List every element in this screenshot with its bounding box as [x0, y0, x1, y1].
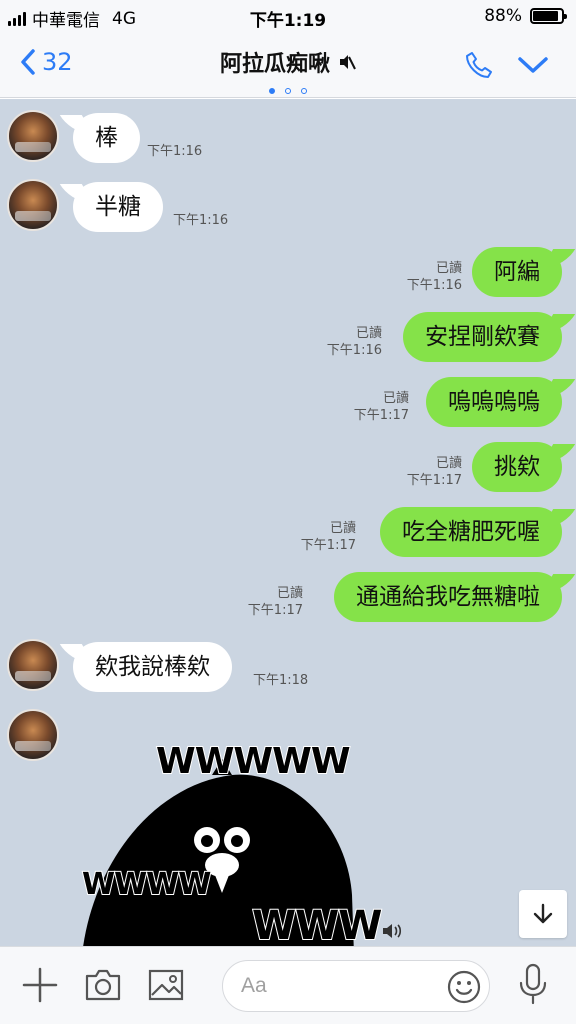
- arrow-down-icon: [533, 903, 553, 924]
- message-time: 下午1:17: [353, 408, 409, 423]
- message-time: 下午1:17: [247, 603, 303, 618]
- chat-header: 32 阿拉瓜痴啾: [0, 34, 576, 98]
- phone-icon[interactable]: [464, 50, 494, 80]
- message-read-receipt: 已讀: [355, 326, 382, 341]
- message-input[interactable]: [222, 960, 490, 1012]
- message-bubble-incoming[interactable]: 棒: [73, 113, 140, 163]
- chat-title-text: 阿拉瓜痴啾: [219, 52, 330, 77]
- microphone-icon[interactable]: [518, 963, 548, 1005]
- page-indicator: [0, 88, 576, 94]
- mute-icon: [340, 55, 356, 70]
- message-bubble-outgoing[interactable]: 阿編: [472, 247, 562, 297]
- message-time: 下午1:16: [173, 213, 229, 228]
- message-bubble-outgoing[interactable]: 安捏剛欸賽: [403, 312, 562, 362]
- message-read-receipt: 已讀: [276, 586, 303, 601]
- page-dot: [301, 88, 307, 94]
- emoji-icon[interactable]: [447, 970, 481, 1004]
- message-time: 下午1:17: [300, 538, 356, 553]
- chevron-down-icon[interactable]: [518, 56, 548, 74]
- battery-percent: 88%: [484, 6, 522, 26]
- message-text-field[interactable]: [241, 971, 441, 1001]
- chat-area[interactable]: 棒 下午1:16 半糖 下午1:16 已讀 下午1:16 阿編 已讀 下午1:1…: [0, 99, 576, 946]
- message-time: 下午1:18: [253, 673, 309, 688]
- message-bubble-outgoing[interactable]: 通通給我吃無糖啦: [334, 572, 562, 622]
- camera-icon[interactable]: [84, 967, 122, 1003]
- avatar[interactable]: [7, 709, 59, 761]
- message-bubble-outgoing[interactable]: 挑欸: [472, 442, 562, 492]
- avatar[interactable]: [7, 639, 59, 691]
- scroll-to-bottom-button[interactable]: [519, 890, 567, 938]
- message-read-receipt: 已讀: [435, 261, 462, 276]
- message-bubble-incoming[interactable]: 欸我說棒欸: [73, 642, 232, 692]
- avatar[interactable]: [7, 179, 59, 231]
- message-time: 下午1:17: [406, 473, 462, 488]
- sticker-message[interactable]: WWWWW WWWW WWW: [81, 740, 383, 946]
- avatar[interactable]: [7, 110, 59, 162]
- message-read-receipt: 已讀: [435, 456, 462, 471]
- message-bubble-incoming[interactable]: 半糖: [73, 182, 163, 232]
- message-time: 下午1:16: [406, 278, 462, 293]
- message-time: 下午1:16: [326, 343, 382, 358]
- chat-title[interactable]: 阿拉瓜痴啾: [220, 46, 356, 78]
- message-time: 下午1:16: [147, 144, 203, 159]
- sound-icon[interactable]: [382, 923, 402, 939]
- sticker-text-left: WWWW: [81, 866, 212, 903]
- page-dot: [269, 88, 275, 94]
- message-read-receipt: 已讀: [382, 391, 409, 406]
- message-input-bar: [0, 946, 576, 1024]
- message-bubble-outgoing[interactable]: 吃全糖肥死喔: [380, 507, 562, 557]
- battery-icon: [530, 8, 567, 24]
- sticker-text-bottom: WWW: [251, 902, 383, 946]
- plus-icon[interactable]: [22, 967, 58, 1003]
- sticker-text-top: WWWWW: [155, 740, 352, 783]
- status-bar: 中華電信 4G 下午1:19 88%: [0, 0, 576, 34]
- image-icon[interactable]: [147, 967, 185, 1003]
- message-read-receipt: 已讀: [329, 521, 356, 536]
- message-bubble-outgoing[interactable]: 嗚嗚嗚嗚: [426, 377, 562, 427]
- page-dot: [285, 88, 291, 94]
